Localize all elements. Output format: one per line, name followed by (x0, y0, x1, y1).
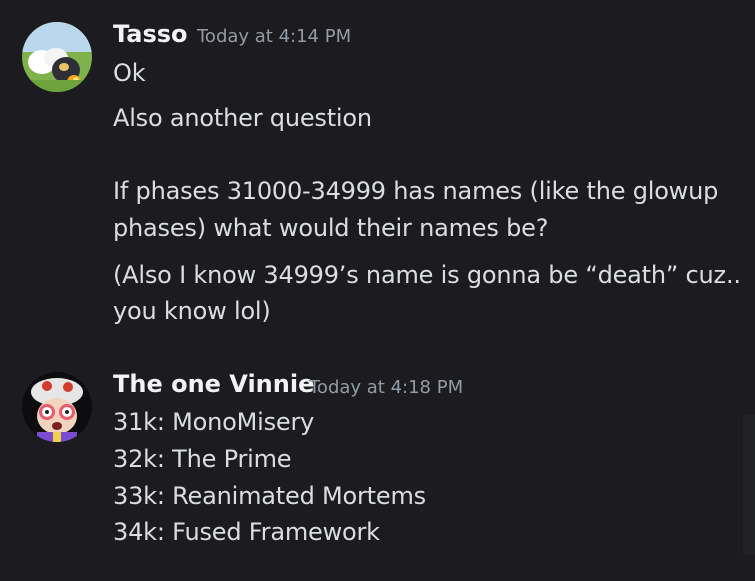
message-text: phases) what would their names be? (113, 214, 549, 242)
message-text: 33k: Reanimated Mortems (113, 482, 426, 510)
message-text: you know lol) (113, 297, 271, 325)
message-text: Also another question (113, 104, 372, 132)
chat-message-list: Tasso Today at 4:14 PM Ok Also another q… (0, 0, 755, 581)
avatar[interactable] (22, 22, 92, 92)
author-name[interactable]: The one Vinnie (113, 370, 314, 398)
author-name[interactable]: Tasso (113, 20, 188, 48)
message-text: 34k: Fused Framework (113, 518, 380, 546)
avatar-image (22, 22, 92, 92)
message-text: (Also I know 34999’s name is gonna be “d… (113, 261, 741, 289)
message-text: If phases 31000-34999 has names (like th… (113, 177, 719, 205)
avatar-image (22, 372, 92, 442)
message-timestamp: Today at 4:18 PM (309, 377, 464, 398)
avatar[interactable] (22, 372, 92, 442)
message-timestamp: Today at 4:14 PM (197, 26, 352, 47)
scrollbar-track[interactable] (743, 415, 755, 555)
message-text: Ok (113, 59, 146, 87)
message-text: 32k: The Prime (113, 445, 292, 473)
message-text: 31k: MonoMisery (113, 408, 315, 436)
